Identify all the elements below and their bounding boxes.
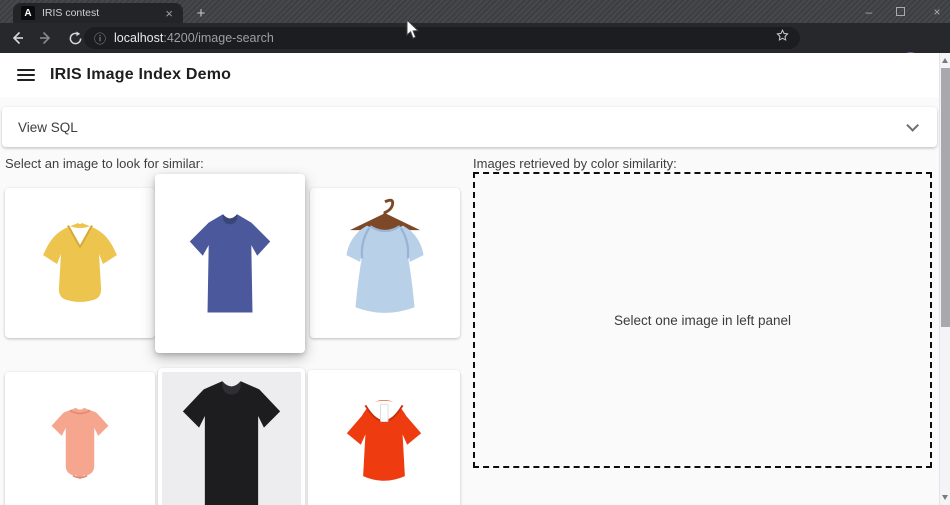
browser-tab[interactable]: A IRIS contest ×	[13, 3, 183, 23]
results-empty-message: Select one image in left panel	[614, 313, 791, 328]
forward-button[interactable]	[34, 26, 58, 50]
image-card-orange-crop-top[interactable]	[308, 370, 460, 505]
image-card-blue-blouse[interactable]	[310, 188, 460, 338]
product-image-yellow-top	[20, 203, 140, 323]
tab-close-icon[interactable]: ×	[163, 7, 175, 20]
results-dropzone: Select one image in left panel	[473, 172, 932, 468]
menu-icon[interactable]	[17, 69, 35, 81]
view-sql-expansion-panel[interactable]: View SQL	[2, 107, 937, 147]
scrollbar-thumb[interactable]	[941, 68, 950, 327]
window-close-button[interactable]: ×	[930, 6, 944, 18]
results-label: Images retrieved by color similarity:	[473, 156, 677, 171]
image-card-yellow-top[interactable]	[5, 188, 155, 338]
scroll-down-arrow-icon[interactable]	[942, 495, 948, 500]
site-favicon-icon: A	[21, 6, 35, 20]
view-sql-label: View SQL	[18, 120, 78, 135]
window-maximize-button[interactable]	[896, 7, 905, 16]
window-minimize-button[interactable]: –	[862, 6, 876, 18]
product-image-salmon-onesie	[19, 382, 141, 504]
address-bar[interactable]: ⓘ localhost:4200/image-search	[84, 27, 800, 49]
product-image-black-tshirt	[162, 372, 301, 505]
scroll-up-arrow-icon[interactable]	[942, 58, 948, 63]
back-button[interactable]	[5, 26, 29, 50]
page-info-icon[interactable]: ⓘ	[94, 30, 106, 47]
browser-tab-strip: A IRIS contest × + – ×	[0, 0, 950, 23]
image-card-black-tshirt[interactable]	[158, 368, 305, 505]
image-card-navy-tshirt[interactable]	[155, 174, 305, 353]
browser-toolbar: ⓘ localhost:4200/image-search ••• J ⋮	[0, 23, 950, 53]
gallery-label: Select an image to look for similar:	[5, 156, 204, 171]
page-content: IRIS Image Index Demo View SQL Select an…	[0, 53, 950, 505]
product-image-blue-blouse	[317, 195, 453, 331]
tab-title: IRIS contest	[42, 7, 163, 19]
app-toolbar: IRIS Image Index Demo	[0, 53, 939, 97]
product-image-navy-tshirt	[159, 193, 301, 335]
image-card-salmon-onesie[interactable]	[5, 372, 155, 505]
bookmark-star-icon[interactable]	[775, 28, 790, 48]
chevron-down-icon	[906, 119, 919, 132]
page-title: IRIS Image Index Demo	[50, 66, 231, 84]
new-tab-button[interactable]: +	[192, 4, 210, 22]
page-scrollbar[interactable]	[939, 53, 950, 505]
product-image-orange-crop-top	[314, 374, 454, 504]
url-text: localhost:4200/image-search	[114, 31, 274, 45]
